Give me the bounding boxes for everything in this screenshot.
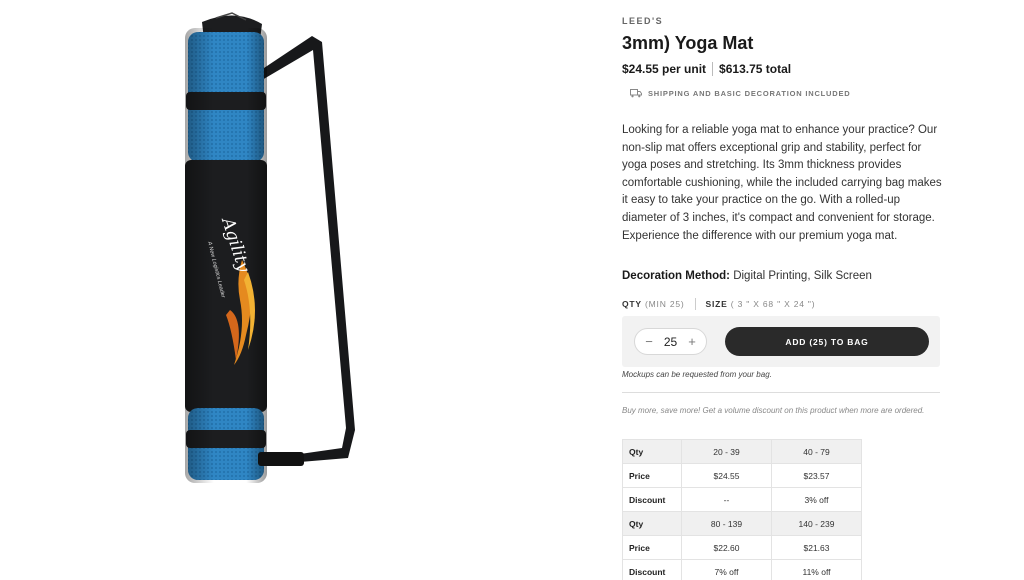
decoration-label: Decoration Method: [622, 270, 730, 282]
product-brand[interactable]: LEED'S [622, 16, 663, 26]
mockups-note: Mockups can be requested from your bag. [622, 370, 772, 379]
truck-icon [630, 89, 642, 98]
table-cell: $23.57 [771, 463, 862, 488]
quantity-value[interactable]: 25 [664, 335, 677, 349]
table-cell: 11% off [771, 559, 862, 580]
unit-price: $24.55 per unit [622, 62, 707, 76]
table-cell: 40 - 79 [771, 439, 862, 464]
row-label-cell: Discount [622, 559, 682, 580]
table-cell: 20 - 39 [681, 439, 772, 464]
table-cell: -- [681, 487, 772, 512]
table-row: Discount 7% off 11% off [622, 559, 862, 580]
yoga-mat-bag-illustration: Agility A New Logistics Leader [185, 12, 355, 483]
table-row: Price $24.55 $23.57 [622, 463, 862, 488]
option-divider [694, 298, 696, 310]
row-label-cell: Qty [622, 511, 682, 536]
qty-option-label: QTY [622, 299, 642, 309]
product-description: Looking for a reliable yoga mat to enhan… [622, 124, 942, 242]
add-to-bag-button[interactable]: ADD (25) TO BAG [725, 327, 929, 356]
row-label-cell: Price [622, 535, 682, 560]
table-row: Price $22.60 $21.63 [622, 535, 862, 560]
shipping-note: SHIPPING AND BASIC DECORATION INCLUDED [630, 89, 851, 98]
decoration-method: Decoration Method: Digital Printing, Sil… [622, 270, 872, 282]
row-label-cell: Discount [622, 487, 682, 512]
section-divider [622, 392, 940, 393]
table-cell: 140 - 239 [771, 511, 862, 536]
table-cell: 80 - 139 [681, 511, 772, 536]
qty-min-text: (MIN 25) [645, 299, 685, 309]
row-label-cell: Price [622, 463, 682, 488]
size-value: ( 3 " X 68 " X 24 ") [730, 299, 816, 309]
volume-discount-note: Buy more, save more! Get a volume discou… [622, 406, 925, 415]
product-image: Agility A New Logistics Leader [150, 10, 390, 485]
row-label-cell: Qty [622, 439, 682, 464]
price-divider [712, 62, 714, 76]
table-cell: $22.60 [681, 535, 772, 560]
add-to-cart-panel: − 25 + ADD (25) TO BAG [622, 316, 940, 367]
decoration-value: Digital Printing, Silk Screen [733, 270, 872, 282]
shipping-text: SHIPPING AND BASIC DECORATION INCLUDED [648, 89, 851, 98]
table-cell: 3% off [771, 487, 862, 512]
decrease-quantity-button[interactable]: − [643, 334, 655, 349]
table-row: Qty 20 - 39 40 - 79 [622, 439, 862, 464]
volume-pricing-table: Qty 20 - 39 40 - 79 Price $24.55 $23.57 Discou… [622, 439, 862, 580]
table-cell: $21.63 [771, 535, 862, 560]
option-summary: QTY (MIN 25) SIZE ( 3 " X 68 " X 24 ") [622, 298, 815, 310]
table-row: Qty 80 - 139 140 - 239 [622, 511, 862, 536]
increase-quantity-button[interactable]: + [686, 334, 698, 349]
price-line: $24.55 per unit $613.75 total [622, 62, 791, 76]
table-cell: $24.55 [681, 463, 772, 488]
product-title: 3mm) Yoga Mat [622, 33, 754, 53]
total-price: $613.75 total [719, 62, 792, 76]
quantity-stepper[interactable]: − 25 + [634, 328, 707, 355]
table-row: Discount -- 3% off [622, 487, 862, 512]
table-cell: 7% off [681, 559, 772, 580]
size-option-label: SIZE [705, 299, 728, 309]
